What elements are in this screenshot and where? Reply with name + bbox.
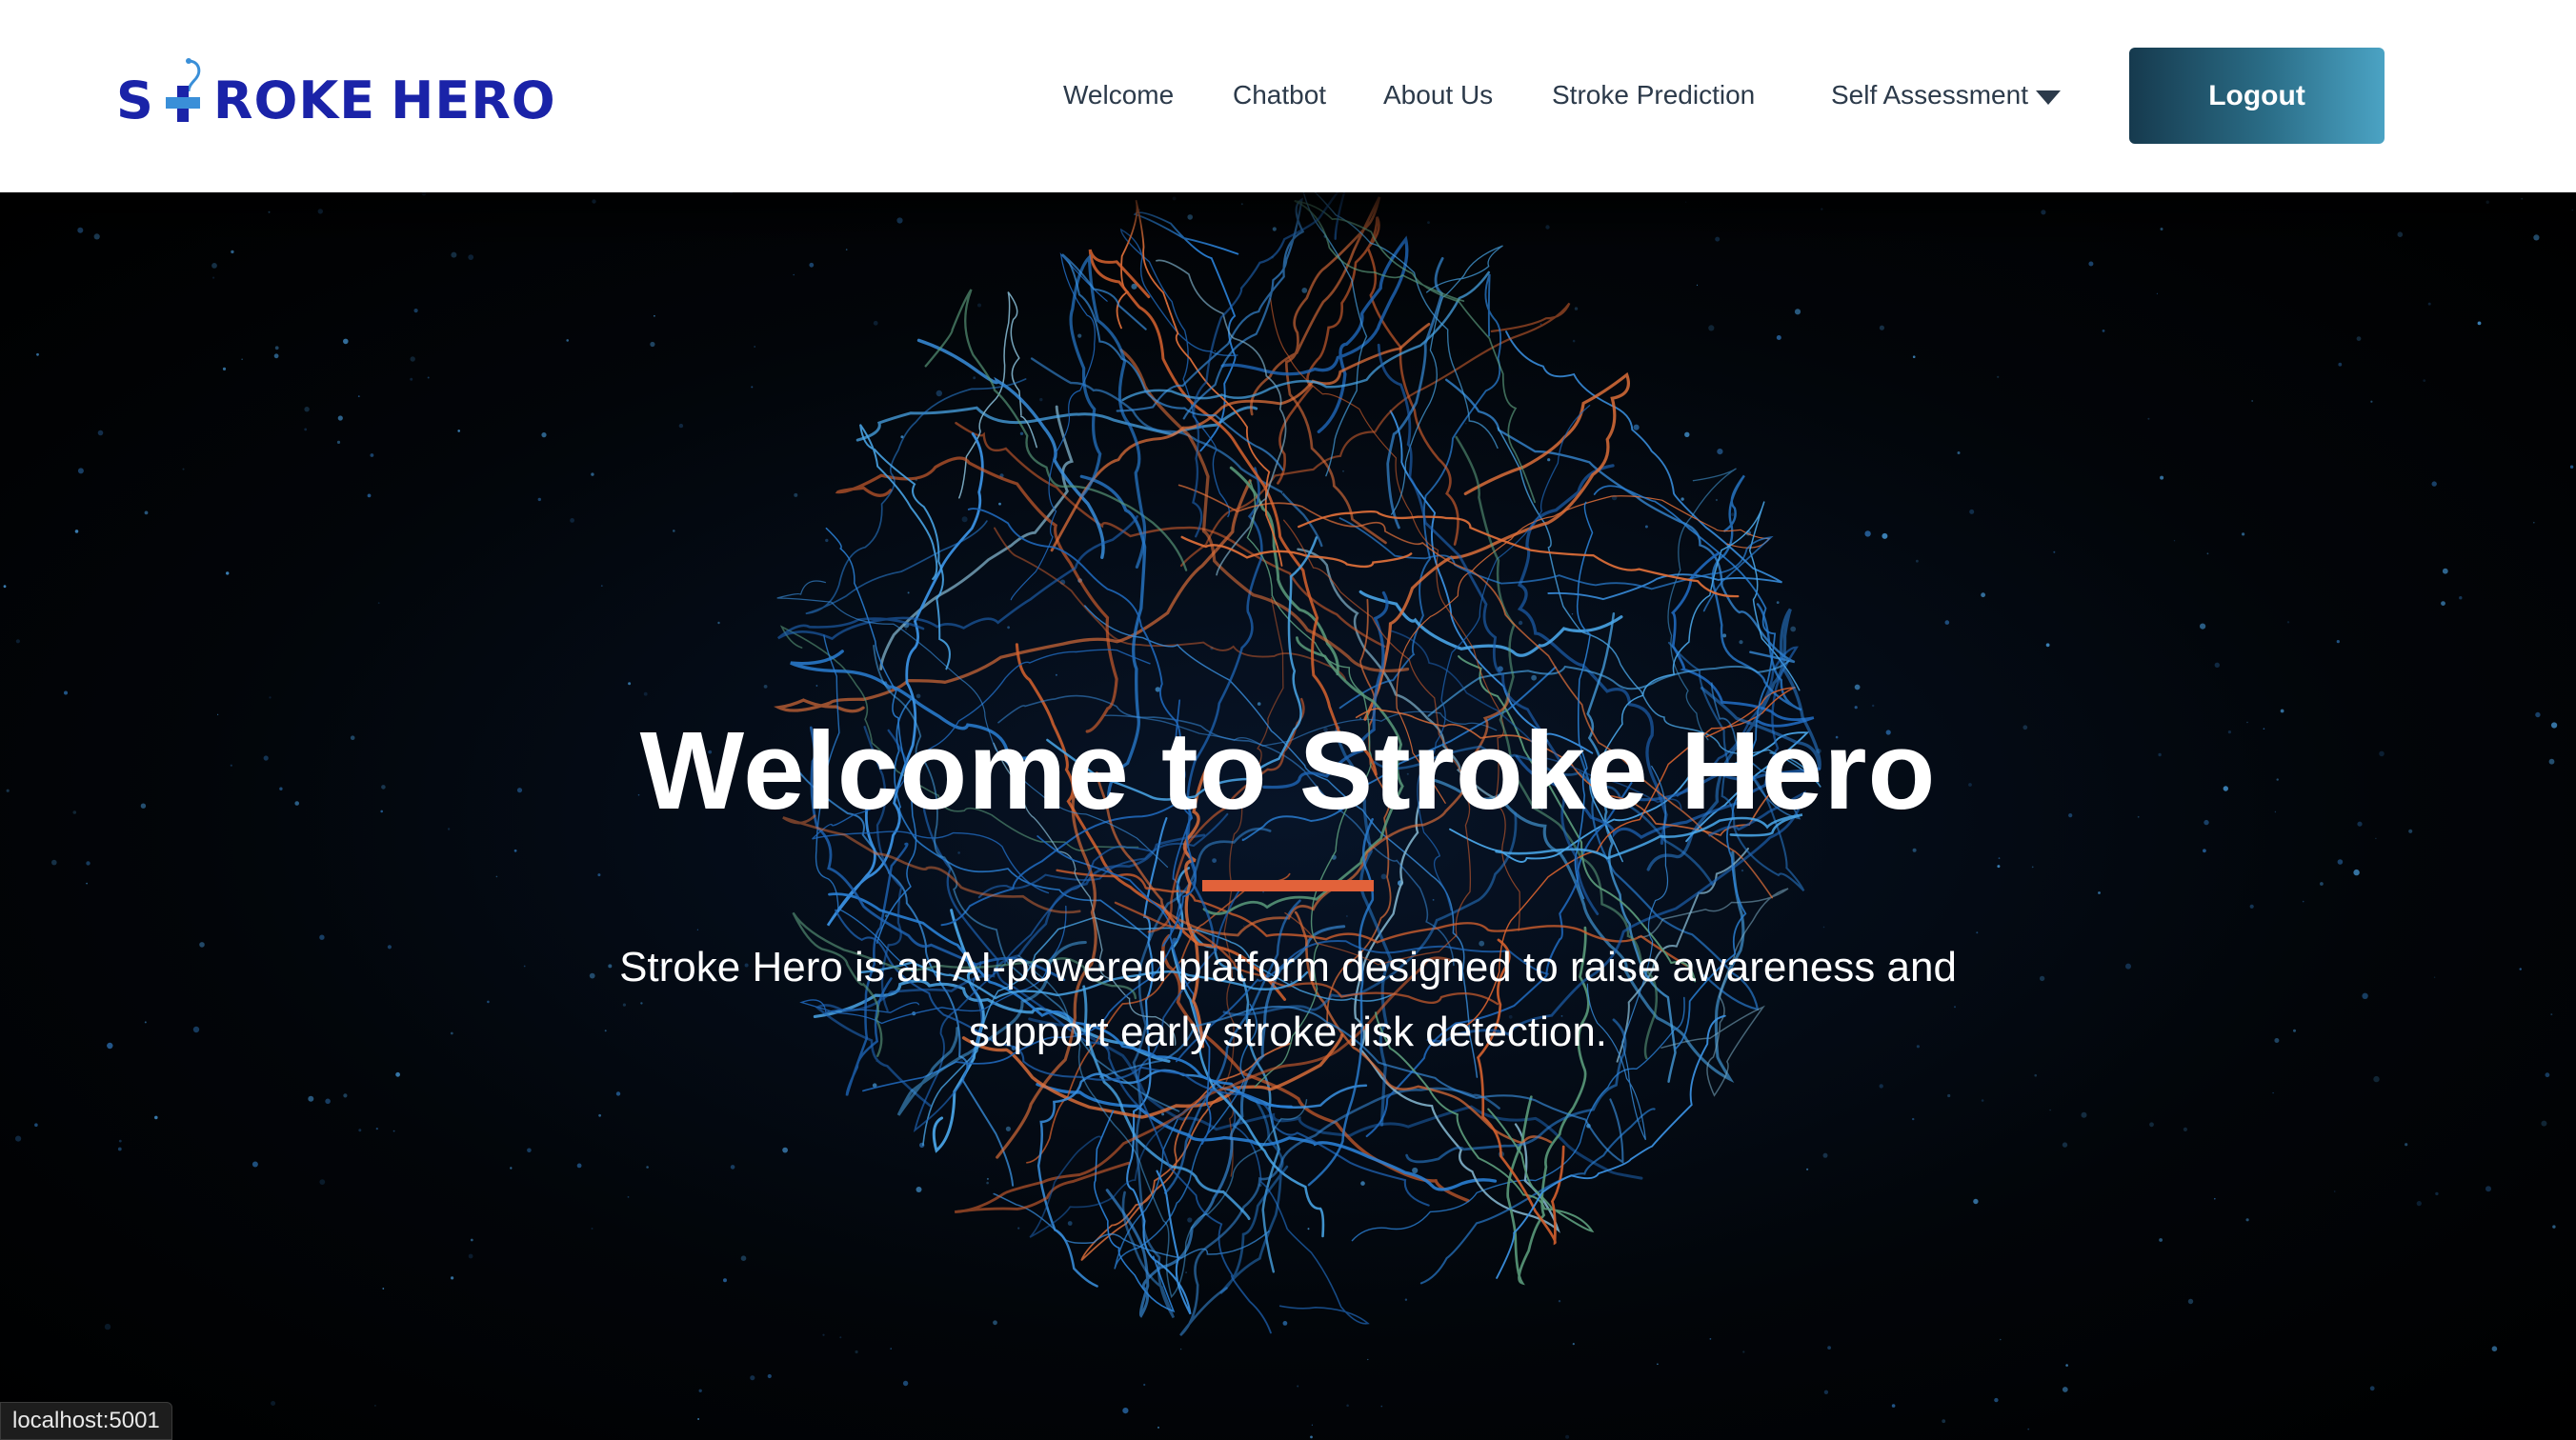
nav-stroke-prediction[interactable]: Stroke Prediction [1552,80,1755,110]
header-shadow [0,192,2576,250]
browser-status-url: localhost:5001 [0,1402,172,1440]
nav-chatbot[interactable]: Chatbot [1233,80,1326,110]
logo-text: S ROKE HERO [116,58,556,130]
caret-down-icon [2035,90,2061,105]
site-header: S ROKE HERO Welcome Chatbot About Us Str… [0,0,2576,192]
title-underline [1202,880,1374,891]
logo-letter-s: S [116,70,154,130]
logo-word-roke: ROKE [212,70,376,130]
hero-title: Welcome to Stroke Hero [639,709,1937,832]
site-logo[interactable]: S ROKE HERO [116,57,556,143]
nav-about-us[interactable]: About Us [1383,80,1493,110]
medical-cross-icon [160,57,208,126]
nav-self-assessment-dropdown[interactable]: Self Assessment [1831,80,2061,110]
nav-welcome[interactable]: Welcome [1063,80,1174,110]
nav-self-assessment-label: Self Assessment [1831,80,2028,110]
hero-subtitle: Stroke Hero is an AI-powered platform de… [619,944,1957,1055]
logo-word-hero: HERO [391,70,556,130]
logout-button[interactable]: Logout [2129,48,2385,144]
hero-section: Welcome to Stroke Hero Stroke Hero is an… [0,192,2576,1440]
